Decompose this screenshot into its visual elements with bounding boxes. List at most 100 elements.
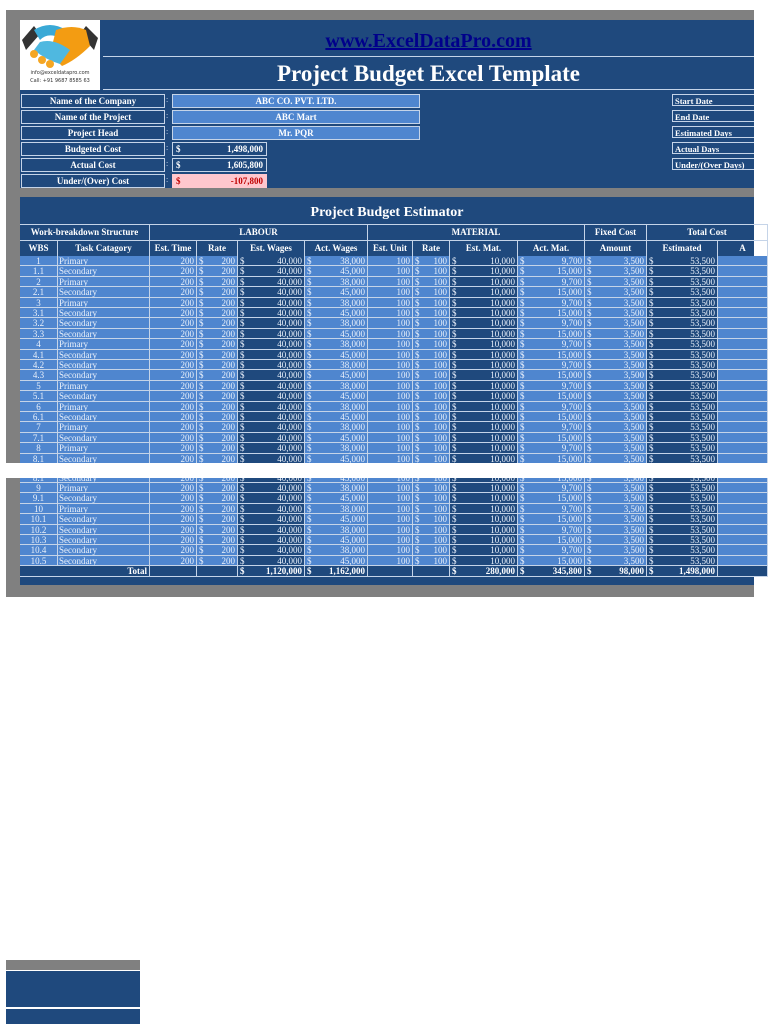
act-mat-cell[interactable]: $15,000 bbox=[518, 493, 585, 504]
material-rate-cell[interactable]: $100 bbox=[413, 514, 450, 525]
labour-rate-cell[interactable]: $200 bbox=[197, 493, 238, 504]
est-wages-cell[interactable]: $40,000 bbox=[238, 287, 305, 298]
est-mat-cell[interactable]: $10,000 bbox=[450, 555, 518, 567]
act-mat-cell[interactable]: $9,700 bbox=[518, 422, 585, 433]
task-category-cell[interactable]: Secondary bbox=[58, 524, 150, 535]
task-category-cell[interactable]: Secondary bbox=[58, 514, 150, 525]
act-mat-cell[interactable]: $9,700 bbox=[518, 339, 585, 350]
wbs-cell[interactable]: 7.1 bbox=[20, 432, 58, 444]
est-time-cell[interactable]: 200 bbox=[150, 401, 197, 412]
material-rate-cell[interactable]: $100 bbox=[413, 422, 450, 433]
est-mat-cell[interactable]: $10,000 bbox=[450, 360, 518, 371]
total-actual-cell[interactable] bbox=[718, 391, 768, 402]
total-actual-cell[interactable] bbox=[718, 535, 768, 546]
est-time-cell[interactable] bbox=[150, 566, 197, 578]
est-mat-cell[interactable]: $10,000 bbox=[450, 287, 518, 298]
act-wages-cell[interactable]: $38,000 bbox=[305, 339, 368, 350]
column-header-est-time[interactable]: Est. Time bbox=[150, 240, 197, 256]
material-rate-cell[interactable]: $100 bbox=[413, 360, 450, 371]
wbs-cell[interactable]: 10.4 bbox=[20, 545, 58, 556]
fixed-amount-cell[interactable]: $3,500 bbox=[585, 391, 647, 402]
total-actual-cell[interactable] bbox=[718, 453, 768, 463]
act-mat-cell[interactable]: $15,000 bbox=[518, 370, 585, 381]
material-rate-cell[interactable]: $100 bbox=[413, 266, 450, 277]
act-wages-cell[interactable]: $38,000 bbox=[305, 401, 368, 412]
total-estimated-cell[interactable]: $53,500 bbox=[647, 535, 718, 546]
task-category-cell[interactable]: Secondary bbox=[58, 349, 150, 360]
labour-rate-cell[interactable]: $200 bbox=[197, 328, 238, 340]
est-wages-cell[interactable]: $40,000 bbox=[238, 318, 305, 329]
act-wages-cell[interactable]: $38,000 bbox=[305, 297, 368, 308]
est-mat-cell[interactable]: $10,000 bbox=[450, 422, 518, 433]
labour-rate-cell[interactable]: $200 bbox=[197, 370, 238, 381]
est-mat-cell[interactable]: $10,000 bbox=[450, 493, 518, 504]
total-actual-cell[interactable] bbox=[718, 483, 768, 494]
fixed-amount-cell[interactable]: $3,500 bbox=[585, 308, 647, 319]
wbs-cell[interactable]: 5.1 bbox=[20, 391, 58, 402]
act-mat-cell[interactable]: $9,700 bbox=[518, 380, 585, 392]
labour-rate-cell[interactable]: $200 bbox=[197, 391, 238, 402]
total-estimated-cell[interactable]: $53,500 bbox=[647, 339, 718, 350]
est-unit-cell[interactable]: 100 bbox=[368, 380, 413, 392]
act-mat-cell[interactable]: $9,700 bbox=[518, 360, 585, 371]
labour-rate-cell[interactable]: $200 bbox=[197, 287, 238, 298]
wbs-cell[interactable]: 6 bbox=[20, 401, 58, 412]
total-actual-cell[interactable] bbox=[718, 524, 768, 535]
est-time-cell[interactable]: 200 bbox=[150, 360, 197, 371]
total-actual-cell[interactable] bbox=[718, 276, 768, 288]
est-wages-cell[interactable]: $40,000 bbox=[238, 256, 305, 267]
task-category-cell[interactable]: Secondary bbox=[58, 318, 150, 329]
material-rate-cell[interactable]: $100 bbox=[413, 503, 450, 515]
fixed-amount-cell[interactable]: $3,500 bbox=[585, 422, 647, 433]
column-header-total-estimated[interactable]: Estimated bbox=[647, 240, 718, 256]
wbs-cell[interactable]: 10 bbox=[20, 503, 58, 515]
wbs-cell[interactable]: 10.2 bbox=[20, 524, 58, 535]
wbs-cell[interactable]: 3.3 bbox=[20, 328, 58, 340]
wbs-cell[interactable]: 3.2 bbox=[20, 318, 58, 329]
est-wages-cell[interactable]: $40,000 bbox=[238, 545, 305, 556]
total-actual-cell[interactable] bbox=[718, 360, 768, 371]
act-wages-cell[interactable]: $45,000 bbox=[305, 391, 368, 402]
act-wages-cell[interactable]: $45,000 bbox=[305, 514, 368, 525]
est-unit-cell[interactable]: 100 bbox=[368, 328, 413, 340]
wbs-cell[interactable]: 7 bbox=[20, 422, 58, 433]
est-unit-cell[interactable]: 100 bbox=[368, 360, 413, 371]
fixed-amount-cell[interactable]: $3,500 bbox=[585, 503, 647, 515]
est-mat-cell[interactable]: $280,000 bbox=[450, 566, 518, 578]
est-mat-cell[interactable]: $10,000 bbox=[450, 545, 518, 556]
est-time-cell[interactable]: 200 bbox=[150, 349, 197, 360]
labour-rate-cell[interactable]: $200 bbox=[197, 256, 238, 267]
act-mat-cell[interactable]: $9,700 bbox=[518, 524, 585, 535]
est-time-cell[interactable]: 200 bbox=[150, 370, 197, 381]
column-header-est-wages[interactable]: Est. Wages bbox=[238, 240, 305, 256]
material-rate-cell[interactable]: $100 bbox=[413, 370, 450, 381]
act-mat-cell[interactable]: $15,000 bbox=[518, 412, 585, 423]
total-estimated-cell[interactable]: $53,500 bbox=[647, 401, 718, 412]
est-unit-cell[interactable]: 100 bbox=[368, 370, 413, 381]
wbs-cell[interactable]: 8 bbox=[20, 443, 58, 454]
labour-rate-cell[interactable]: $200 bbox=[197, 401, 238, 412]
total-estimated-cell[interactable]: $53,500 bbox=[647, 503, 718, 515]
fixed-amount-cell[interactable]: $3,500 bbox=[585, 401, 647, 412]
est-time-cell[interactable]: 200 bbox=[150, 380, 197, 392]
wbs-cell[interactable]: 9 bbox=[20, 483, 58, 494]
act-wages-cell[interactable]: $38,000 bbox=[305, 256, 368, 267]
act-mat-cell[interactable]: $15,000 bbox=[518, 266, 585, 277]
labour-rate-cell[interactable]: $200 bbox=[197, 422, 238, 433]
total-estimated-cell[interactable]: $53,500 bbox=[647, 524, 718, 535]
act-wages-cell[interactable]: $1,162,000 bbox=[305, 566, 368, 578]
total-estimated-cell[interactable]: $53,500 bbox=[647, 318, 718, 329]
est-unit-cell[interactable]: 100 bbox=[368, 339, 413, 350]
wbs-cell[interactable]: 10.3 bbox=[20, 535, 58, 546]
est-time-cell[interactable]: 200 bbox=[150, 555, 197, 567]
est-mat-cell[interactable]: $10,000 bbox=[450, 514, 518, 525]
est-wages-cell[interactable]: $40,000 bbox=[238, 453, 305, 463]
est-wages-cell[interactable]: $40,000 bbox=[238, 514, 305, 525]
act-mat-cell[interactable]: $15,000 bbox=[518, 287, 585, 298]
total-actual-cell[interactable] bbox=[718, 287, 768, 298]
fixed-amount-cell[interactable]: $3,500 bbox=[585, 524, 647, 535]
labour-rate-cell[interactable]: $200 bbox=[197, 443, 238, 454]
act-mat-cell[interactable]: $15,000 bbox=[518, 535, 585, 546]
est-wages-cell[interactable]: $1,120,000 bbox=[238, 566, 305, 578]
est-time-cell[interactable]: 200 bbox=[150, 297, 197, 308]
